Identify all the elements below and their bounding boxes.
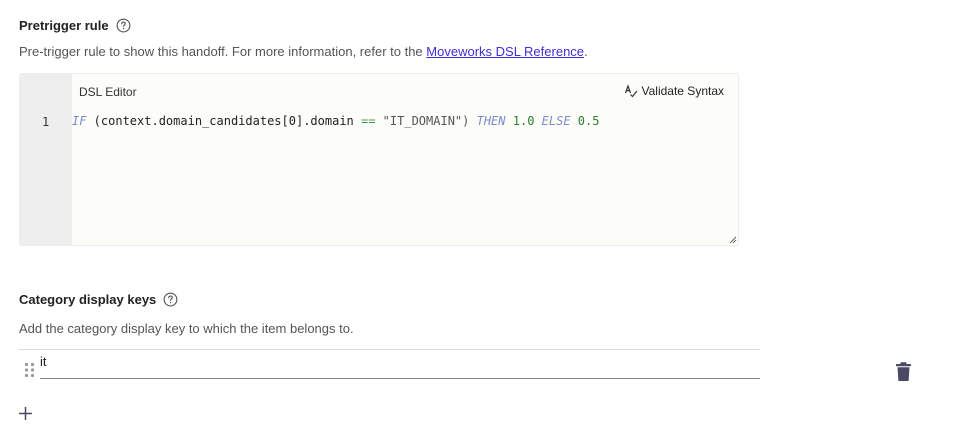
code-number-then: 1.0 [505, 114, 542, 128]
code-keyword-then: THEN [476, 114, 506, 128]
trash-icon[interactable] [895, 362, 912, 382]
spellcheck-icon [624, 84, 637, 98]
plus-icon[interactable] [17, 405, 34, 422]
category-title-row: Category display keys [19, 292, 178, 307]
help-icon[interactable] [163, 292, 178, 307]
category-title: Category display keys [19, 292, 157, 307]
pretrigger-description-suffix: . [584, 44, 588, 59]
validate-syntax-button[interactable]: Validate Syntax [624, 84, 725, 98]
code-line[interactable]: IF (context.domain_candidates[0].domain … [72, 114, 599, 128]
pretrigger-title: Pretrigger rule [19, 18, 109, 33]
pretrigger-description-text: Pre-trigger rule to show this handoff. F… [19, 44, 427, 59]
category-key-row [19, 349, 760, 379]
category-key-input[interactable] [40, 353, 760, 379]
pretrigger-description: Pre-trigger rule to show this handoff. F… [19, 44, 588, 59]
category-description: Add the category display key to which th… [19, 321, 354, 336]
resize-handle-icon[interactable] [729, 236, 737, 244]
editor-gutter [20, 74, 72, 245]
dsl-editor-label: DSL Editor [79, 85, 137, 99]
help-icon[interactable] [116, 18, 131, 33]
code-operator: == [361, 114, 376, 128]
code-number-else: 0.5 [570, 114, 600, 128]
validate-syntax-label: Validate Syntax [641, 84, 725, 98]
line-number: 1 [42, 115, 50, 129]
code-expression: (context.domain_candidates[0].domain [86, 114, 361, 128]
code-keyword-if: IF [72, 114, 87, 128]
code-string: "IT_DOMAIN") [375, 114, 477, 128]
pretrigger-title-row: Pretrigger rule [19, 18, 131, 33]
code-keyword-else: ELSE [541, 114, 571, 128]
dsl-reference-link[interactable]: Moveworks DSL Reference [426, 44, 584, 59]
drag-handle-icon[interactable] [24, 362, 35, 378]
dsl-editor[interactable]: 1 DSL Editor Validate Syntax IF (context… [19, 73, 739, 246]
